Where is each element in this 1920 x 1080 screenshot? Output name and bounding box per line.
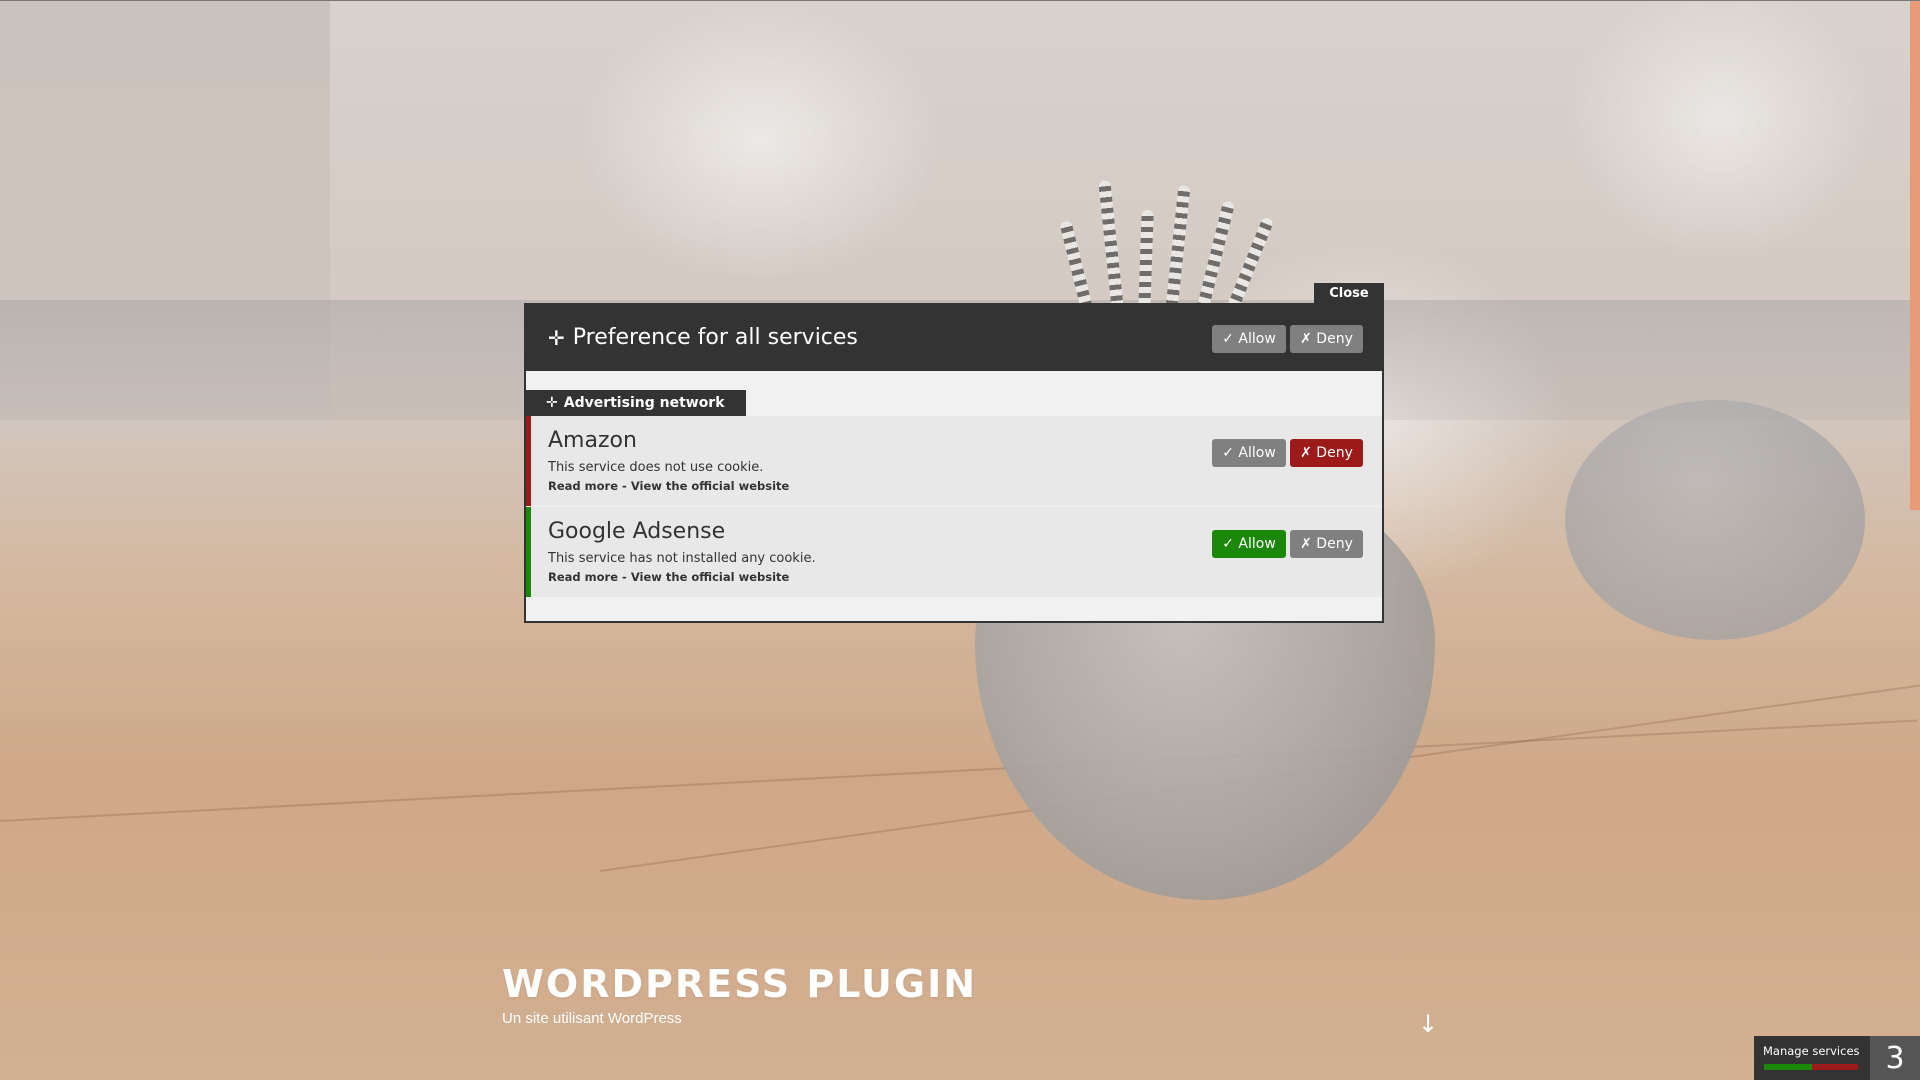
link-separator: - [622,479,627,493]
service-row-amazon: Amazon This service does not use cookie.… [526,416,1382,506]
official-website-link[interactable]: View the official website [631,479,789,493]
allowed-portion [1764,1064,1812,1070]
link-separator: - [622,570,627,584]
category-label: Advertising network [563,395,725,411]
deny-button[interactable]: ✗ Deny [1290,530,1363,558]
service-links: Read more - View the official website [548,479,789,493]
top-rule [0,0,1920,1]
background-plant-leaves [1059,160,1300,311]
modal-title-text: Preference for all services [572,325,858,350]
expand-icon: ✛ [546,395,558,411]
service-links: Read more - View the official website [548,570,789,584]
category-advertising-network[interactable]: ✛ Advertising network [526,390,746,416]
cookie-preferences-modal: ✛ Preference for all services ✓ Allow ✗ … [524,303,1384,623]
service-name: Amazon [548,428,637,453]
service-name: Google Adsense [548,519,726,544]
background-plant-pot [1565,400,1865,640]
allow-button[interactable]: ✓ Allow [1212,439,1286,467]
denied-portion [1812,1064,1858,1070]
deny-all-button[interactable]: ✗ Deny [1290,325,1363,353]
manage-services-label: Manage services [1763,1044,1860,1058]
read-more-link[interactable]: Read more [548,479,618,493]
service-description: This service has not installed any cooki… [548,551,816,566]
service-row-google-adsense: Google Adsense This service has not inst… [526,507,1382,597]
allow-button[interactable]: ✓ Allow [1212,530,1286,558]
read-more-link[interactable]: Read more [548,570,618,584]
services-count-badge: 3 [1870,1036,1920,1080]
site-tagline: Un site utilisant WordPress [502,1010,682,1027]
official-website-link[interactable]: View the official website [631,570,789,584]
scroll-accent [1910,0,1920,510]
service-description: This service does not use cookie. [548,460,764,475]
manage-services-widget[interactable]: Manage services 3 [1754,1036,1920,1080]
scroll-down-icon[interactable]: ↓ [1418,1010,1438,1038]
deny-button[interactable]: ✗ Deny [1290,439,1363,467]
consent-status-bar [1764,1064,1858,1070]
move-icon: ✛ [548,325,565,350]
close-button[interactable]: Close [1314,283,1384,303]
site-title[interactable]: WORDPRESS PLUGIN [502,962,977,1006]
modal-header: ✛ Preference for all services ✓ Allow ✗ … [526,305,1382,371]
allow-all-button[interactable]: ✓ Allow [1212,325,1286,353]
modal-title: ✛ Preference for all services [548,325,858,350]
